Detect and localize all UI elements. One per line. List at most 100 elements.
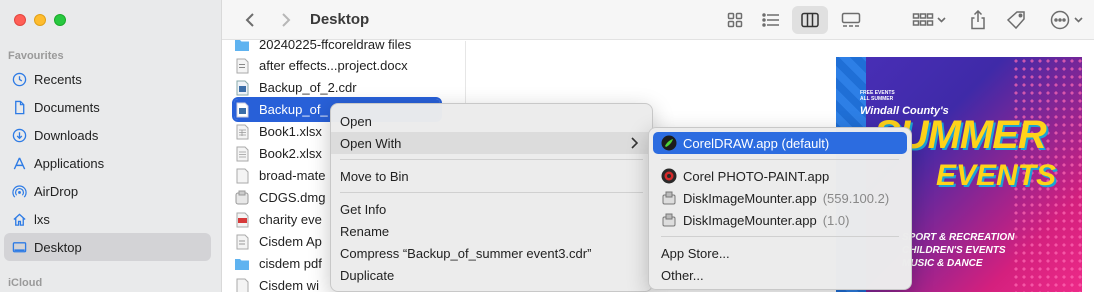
file-row[interactable]: Cisdem Ap xyxy=(234,231,322,252)
list-view-button[interactable] xyxy=(758,6,784,34)
file-row[interactable]: after effects...project.docx xyxy=(234,55,408,76)
menu-item-duplicate[interactable]: Duplicate xyxy=(331,264,652,286)
file-row[interactable]: 20240225-ffcoreldraw files xyxy=(234,34,411,55)
file-name: cisdem pdf xyxy=(259,256,322,271)
submenu-item-diskimagemounter-2[interactable]: DiskImageMounter.app (1.0) xyxy=(653,209,907,231)
disk-image-icon xyxy=(661,212,677,228)
tag-button[interactable] xyxy=(1005,6,1029,34)
icon-view-button[interactable] xyxy=(722,6,748,34)
cdr-file-icon xyxy=(234,80,250,96)
submenu-separator xyxy=(661,159,899,160)
sidebar-item-label: Desktop xyxy=(34,239,82,255)
more-button[interactable] xyxy=(1048,6,1088,34)
file-name: charity eve xyxy=(259,212,322,227)
gallery-view-button[interactable] xyxy=(836,6,866,34)
file-row[interactable]: Backup_of_2.cdr xyxy=(234,77,357,98)
sidebar-item-airdrop[interactable]: AirDrop xyxy=(4,177,211,205)
tag-icon xyxy=(1007,11,1025,30)
file-name: Cisdem wi xyxy=(259,278,319,292)
sidebar-item-downloads[interactable]: Downloads xyxy=(4,121,211,149)
menu-item-move-to-bin[interactable]: Move to Bin xyxy=(331,165,652,187)
poster-free-events: FREE EVENTS ALL SUMMER xyxy=(860,90,895,102)
file-row[interactable]: broad-mate xyxy=(234,165,325,186)
sidebar-item-label: AirDrop xyxy=(34,183,79,199)
chevron-right-icon xyxy=(631,137,638,149)
dmg-file-icon xyxy=(234,190,250,206)
back-icon xyxy=(245,13,254,27)
file-row[interactable]: charity eve xyxy=(234,209,322,230)
sidebar-item-label: Documents xyxy=(34,99,100,115)
window-controls xyxy=(14,14,66,26)
more-icon xyxy=(1050,10,1083,30)
photo-paint-app-icon xyxy=(661,168,677,184)
submenu-separator xyxy=(661,236,899,237)
zoom-window-button[interactable] xyxy=(54,14,66,26)
sidebar-item-label: Downloads xyxy=(34,127,99,143)
sidebar-section-favourites: Favourites xyxy=(8,50,64,62)
app-version: (1.0) xyxy=(822,212,850,228)
poster-events: EVENTS xyxy=(936,159,1057,192)
forward-button[interactable] xyxy=(276,6,296,34)
minimize-window-button[interactable] xyxy=(34,14,46,26)
menu-item-rename[interactable]: Rename xyxy=(331,220,652,242)
pdf-file-icon xyxy=(234,212,250,228)
menu-item-get-info[interactable]: Get Info xyxy=(331,198,652,220)
submenu-item-other[interactable]: Other... xyxy=(653,264,907,286)
download-icon xyxy=(10,126,28,144)
file-name: after effects...project.docx xyxy=(259,58,408,73)
forward-icon xyxy=(282,13,291,27)
back-button[interactable] xyxy=(240,6,260,34)
file-name: broad-mate xyxy=(259,168,326,183)
poster-tag: CHILDREN'S EVENTS xyxy=(902,245,1006,256)
document-file-icon xyxy=(234,278,250,292)
share-icon xyxy=(971,10,985,30)
folder-icon xyxy=(234,37,250,53)
submenu-item-app-store[interactable]: App Store... xyxy=(653,242,907,264)
file-name: Cisdem Ap xyxy=(259,234,322,249)
coreldraw-app-icon xyxy=(661,135,677,151)
cdr-file-icon xyxy=(234,102,250,118)
file-row[interactable]: Cisdem wi xyxy=(234,275,319,292)
group-button[interactable] xyxy=(910,6,950,34)
column-view-button[interactable] xyxy=(792,6,828,34)
menu-item-open-with[interactable]: Open With xyxy=(331,132,652,154)
close-window-button[interactable] xyxy=(14,14,26,26)
column-view-icon xyxy=(801,12,819,28)
folder-icon xyxy=(234,256,250,272)
menu-item-compress[interactable]: Compress “Backup_of_summer event3.cdr” xyxy=(331,242,652,264)
document-file-icon xyxy=(234,234,250,250)
file-name: 20240225-ffcoreldraw files xyxy=(259,37,412,52)
file-name: CDGS.dmg xyxy=(259,190,326,205)
file-row[interactable]: CDGS.dmg xyxy=(234,187,325,208)
sidebar-item-recents[interactable]: Recents xyxy=(4,65,211,93)
menu-separator xyxy=(340,192,643,193)
open-with-submenu: CorelDRAW.app (default) Corel PHOTO-PAIN… xyxy=(648,127,912,290)
file-row[interactable]: Book1.xlsx xyxy=(234,121,322,142)
context-menu: Open Open With Move to Bin Get Info Rena… xyxy=(330,103,653,292)
share-button[interactable] xyxy=(966,6,990,34)
airdrop-icon xyxy=(10,182,28,200)
sidebar-section-icloud: iCloud xyxy=(8,277,43,289)
sidebar-item-documents[interactable]: Documents xyxy=(4,93,211,121)
gallery-view-icon xyxy=(841,12,861,27)
submenu-item-coreldraw[interactable]: CorelDRAW.app (default) xyxy=(653,132,907,154)
xlsx-file-icon xyxy=(234,146,250,162)
sidebar-item-applications[interactable]: Applications xyxy=(4,149,211,177)
file-row[interactable]: Book2.xlsx xyxy=(234,143,322,164)
docx-file-icon xyxy=(234,58,250,74)
menu-item-open[interactable]: Open xyxy=(331,110,652,132)
submenu-item-diskimagemounter-1[interactable]: DiskImageMounter.app (559.100.2) xyxy=(653,187,907,209)
desktop-icon xyxy=(10,238,28,256)
file-name: Backup_of_ xyxy=(259,102,328,117)
app-version: (559.100.2) xyxy=(822,190,890,206)
file-name: Book2.xlsx xyxy=(259,146,322,161)
file-name: Backup_of_2.cdr xyxy=(259,80,357,95)
group-icon xyxy=(912,13,946,26)
disk-image-icon xyxy=(661,190,677,206)
submenu-item-photo-paint[interactable]: Corel PHOTO-PAINT.app xyxy=(653,165,907,187)
sidebar-item-lxs[interactable]: lxs xyxy=(4,205,211,233)
xlsx-file-icon xyxy=(234,124,250,140)
file-row[interactable]: cisdem pdf xyxy=(234,253,322,274)
sidebar-item-desktop[interactable]: Desktop xyxy=(4,233,211,261)
icon-view-icon xyxy=(727,12,743,28)
